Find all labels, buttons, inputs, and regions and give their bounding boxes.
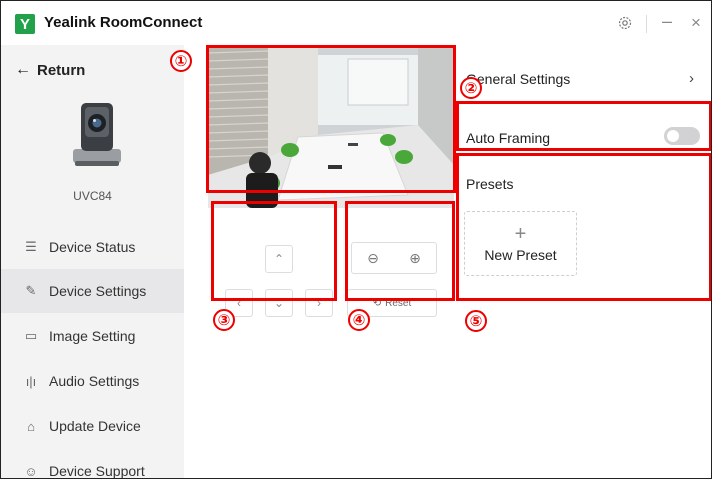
- pan-right-button[interactable]: ›: [305, 289, 333, 317]
- presets-heading: Presets: [466, 176, 514, 192]
- auto-framing-label: Auto Framing: [466, 130, 551, 146]
- camera-preview: [208, 45, 454, 208]
- zoom-in-icon[interactable]: ⊕: [409, 250, 421, 267]
- nav-label: Audio Settings: [49, 373, 140, 389]
- callout-2: ②: [460, 77, 482, 99]
- close-button[interactable]: ×: [691, 13, 701, 33]
- chevron-right-icon[interactable]: ›: [689, 70, 694, 87]
- upload-icon: ⌂: [27, 418, 35, 434]
- reset-icon: ⟲: [372, 297, 382, 309]
- callout-3: ③: [213, 309, 235, 331]
- nav-label: Update Device: [49, 418, 141, 434]
- nav-device-status[interactable]: ☰ Device Status: [1, 225, 184, 269]
- return-label: Return: [37, 61, 86, 79]
- title-separator: [646, 15, 647, 33]
- nav-device-settings[interactable]: ✎ Device Settings: [1, 269, 184, 313]
- document-icon: ☰: [25, 239, 37, 254]
- plus-icon: +: [514, 222, 527, 245]
- settings-gear-icon[interactable]: [617, 15, 633, 31]
- nav-label: Device Status: [49, 239, 136, 255]
- callout-5: ⑤: [465, 310, 487, 332]
- auto-framing-toggle[interactable]: [664, 127, 700, 145]
- nav-label: Image Setting: [49, 328, 136, 344]
- wrench-icon: ✎: [25, 283, 37, 298]
- nav-audio-settings[interactable]: ı|ı Audio Settings: [1, 359, 184, 403]
- title-bar: Y Yealink RoomConnect – ×: [1, 1, 711, 45]
- minimize-button[interactable]: –: [662, 11, 672, 32]
- return-button[interactable]: ← Return: [15, 61, 85, 79]
- camera-device-icon: [73, 103, 121, 166]
- zoom-out-icon[interactable]: ⊖: [367, 250, 379, 267]
- app-title: Yealink RoomConnect: [44, 14, 203, 31]
- new-preset-label: New Preset: [484, 246, 557, 263]
- sidebar: ← Return UVC84 ☰ Device Status ✎ Device …: [1, 45, 184, 479]
- ptz-control-panel: ⌃ ‹ ⌄ ›: [211, 209, 335, 317]
- callout-4: ④: [348, 309, 370, 331]
- arrow-left-icon: ←: [15, 61, 31, 78]
- video-icon: ▭: [24, 328, 38, 343]
- new-preset-button[interactable]: + New Preset: [464, 211, 577, 276]
- pan-up-button[interactable]: ⌃: [265, 245, 293, 273]
- device-model: UVC84: [73, 189, 112, 203]
- equalizer-icon: ı|ı: [25, 373, 37, 389]
- nav-update-device[interactable]: ⌂ Update Device: [1, 404, 184, 448]
- zoom-button-group: ⊖ ⊕: [351, 242, 437, 274]
- pan-down-button[interactable]: ⌄: [265, 289, 293, 317]
- app-window: Y Yealink RoomConnect – × ← Return UVC84…: [0, 0, 712, 479]
- toggle-knob: [667, 130, 679, 142]
- reset-label: Reset: [385, 297, 412, 309]
- nav-label: Device Support: [49, 463, 145, 479]
- support-icon: ☺: [24, 463, 38, 479]
- nav-image-setting[interactable]: ▭ Image Setting: [1, 314, 184, 358]
- zoom-control-panel: ⊖ ⊕ ⟲ Reset: [345, 209, 455, 317]
- callout-1: ①: [170, 50, 192, 72]
- nav-device-support[interactable]: ☺ Device Support: [1, 449, 184, 479]
- yealink-logo: Y: [15, 14, 35, 34]
- nav-label: Device Settings: [49, 283, 147, 299]
